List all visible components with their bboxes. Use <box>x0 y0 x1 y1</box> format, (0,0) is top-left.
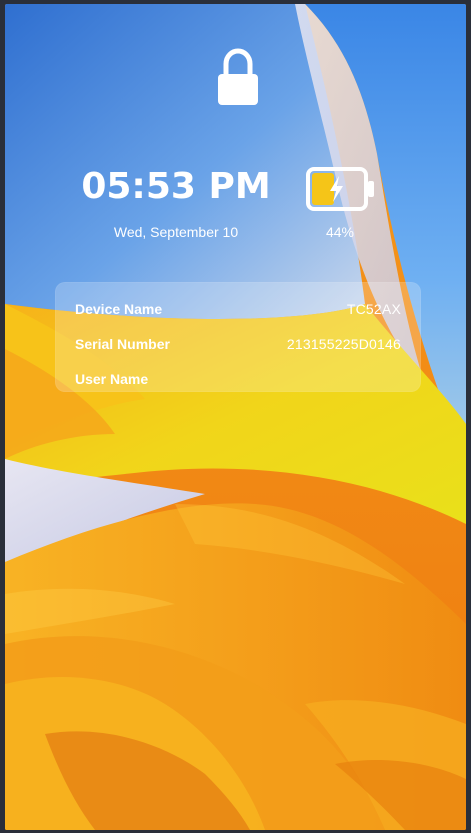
wallpaper <box>5 4 466 830</box>
device-name-row: Device Name TC52AX <box>75 301 401 323</box>
serial-number-row: Serial Number 213155225D0146 <box>75 336 401 358</box>
device-name-value: TC52AX <box>346 301 401 317</box>
serial-number-label: Serial Number <box>75 336 170 352</box>
user-name-label: User Name <box>75 371 149 387</box>
battery-charging-icon <box>306 167 374 211</box>
battery-percentage: 44% <box>325 224 355 240</box>
user-name-row: User Name <box>75 371 401 393</box>
lock-icon <box>218 48 258 105</box>
clock-time: 05:53 PM <box>81 166 271 207</box>
serial-number-value: 213155225D0146 <box>286 336 401 352</box>
lock-screen: 05:53 PM Wed, September 10 44% Device Na… <box>5 4 466 830</box>
clock-date: Wed, September 10 <box>113 224 239 240</box>
device-info-card: Device Name TC52AX Serial Number 2131552… <box>55 282 421 392</box>
device-name-label: Device Name <box>75 301 163 317</box>
